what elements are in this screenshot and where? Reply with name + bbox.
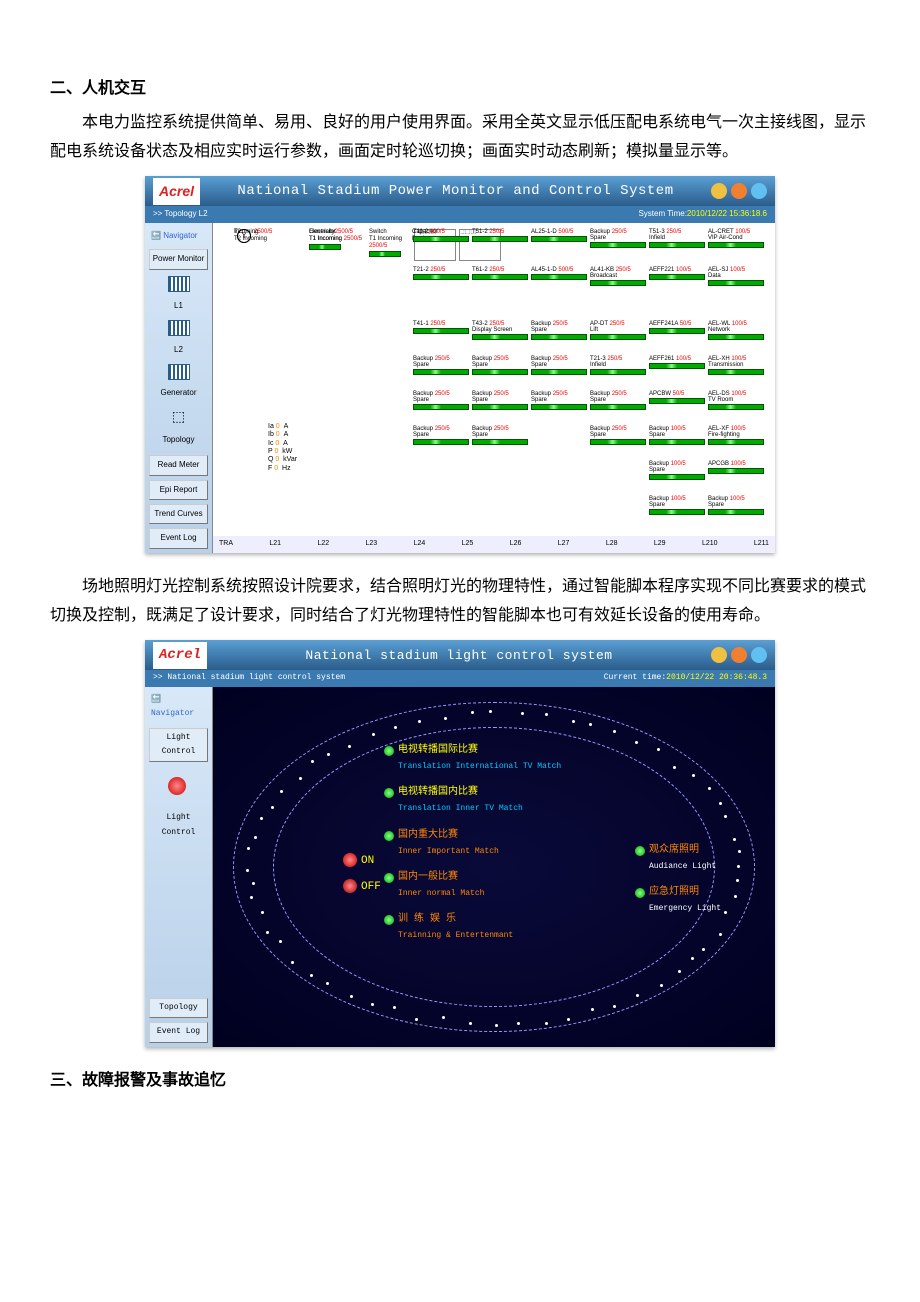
nav-generator: Generator	[149, 386, 208, 400]
para-1: 本电力监控系统提供简单、易用、良好的用户使用界面。采用全英文显示低压配电系统电气…	[50, 109, 870, 167]
nav-l2: L2	[149, 343, 208, 357]
mode-item[interactable]: 训 练 娱 乐Trainning & Entertenmant	[384, 911, 604, 943]
led-icon	[384, 915, 394, 925]
mode-item[interactable]: 电视转播国际比赛Translation International TV Mat…	[384, 742, 604, 774]
right-modes: 观众席照明Audiance Light 应急灯照明Emergency Light	[635, 842, 745, 927]
nav-gen-icon[interactable]	[168, 363, 190, 380]
mode-item[interactable]: 国内重大比赛Inner Important Match	[384, 827, 604, 859]
nav-topo-icon[interactable]: ⬚	[172, 407, 185, 427]
light-control-indicator[interactable]	[149, 772, 208, 801]
icon-b[interactable]	[731, 647, 747, 663]
title-bar: Acrel National Stadium Power Monitor and…	[145, 176, 775, 206]
red-led-icon	[168, 777, 186, 795]
nav-light-control[interactable]: Light Control	[149, 728, 208, 763]
mode-list: 电视转播国际比赛Translation International TV Mat…	[384, 742, 604, 954]
nav-header: 🔙 Navigator	[149, 227, 208, 245]
para-2: 场地照明灯光控制系统按照设计院要求，结合照明灯光的物理特性，通过智能脚本程序实现…	[50, 573, 870, 631]
stadium-view: ON OFF 电视转播国际比赛Translation International…	[213, 687, 775, 1047]
sidebar-2: 🔙 Navigator Light Control Light Control …	[145, 687, 213, 1047]
topology-diagram: Electricity2500/5T1 Incoming SwitchT1 In…	[213, 223, 775, 553]
icon-2[interactable]	[731, 183, 747, 199]
x-axis: TRAL21L22L23L24L25L26L27L28L29L210L211	[213, 536, 775, 553]
on-off-legend: ON OFF	[343, 852, 381, 898]
mode-item[interactable]: 国内一般比赛Inner normal Match	[384, 869, 604, 901]
led-icon	[384, 788, 394, 798]
nav-event-log[interactable]: Event Log	[149, 528, 208, 548]
title-bar-2: Acrel National stadium light control sys…	[145, 640, 775, 670]
nav-header-2: 🔙 Navigator	[149, 691, 208, 724]
mode-item[interactable]: 观众席照明Audiance Light	[635, 842, 745, 874]
icon-c[interactable]	[751, 647, 767, 663]
led-icon	[384, 746, 394, 756]
icon-3[interactable]	[751, 183, 767, 199]
app-title-2: National stadium light control system	[207, 644, 711, 667]
mode-item[interactable]: 电视转播国内比赛Translation Inner TV Match	[384, 784, 604, 816]
icon-1[interactable]	[711, 183, 727, 199]
sidebar: 🔙 Navigator Power Monitor L1 L2 Generato…	[145, 223, 213, 553]
mode-item[interactable]: 应急灯照明Emergency Light	[635, 884, 745, 916]
logo: Acrel	[153, 178, 200, 205]
nav-trend-curves[interactable]: Trend Curves	[149, 504, 208, 524]
logo-2: Acrel	[153, 642, 207, 669]
led-icon	[384, 873, 394, 883]
icon-a[interactable]	[711, 647, 727, 663]
heading-alarm: 三、故障报警及事故追忆	[50, 1067, 870, 1096]
top-icons	[711, 183, 767, 199]
readings-block: Ia 0 AIb 0 AIc 0 AP 0 kWQ 0 kVarF 0 Hz	[268, 423, 297, 473]
nav-power-monitor[interactable]: Power Monitor	[149, 249, 208, 269]
status-bar-2: >> National stadium light control system…	[145, 670, 775, 686]
nav-read-meter[interactable]: Read Meter	[149, 455, 208, 475]
breadcrumb: >> Topology L2	[153, 207, 208, 221]
screenshot-light-control: Acrel National stadium light control sys…	[145, 640, 775, 1046]
led-icon	[384, 831, 394, 841]
status-bar: >> Topology L2 System Time:2010/12/22 15…	[145, 206, 775, 222]
breadcrumb-2: >> National stadium light control system	[153, 671, 345, 685]
nav-l2-icon[interactable]	[168, 319, 190, 336]
led-icon	[635, 888, 645, 898]
app-title: National Stadium Power Monitor and Contr…	[200, 179, 711, 204]
off-led-icon	[343, 879, 357, 893]
nav-epi-report[interactable]: Epi Report	[149, 480, 208, 500]
nav-event-log-2[interactable]: Event Log	[149, 1022, 208, 1042]
on-led-icon	[343, 853, 357, 867]
heading-hci: 二、人机交互	[50, 75, 870, 104]
nav-topology: Topology	[149, 433, 208, 447]
top-icons-2	[711, 647, 767, 663]
light-control-label: Light Control	[149, 811, 208, 840]
screenshot-power-monitor: Acrel National Stadium Power Monitor and…	[145, 176, 775, 552]
nav-l1-icon[interactable]	[168, 276, 190, 293]
nav-l1: L1	[149, 299, 208, 313]
led-icon	[635, 846, 645, 856]
nav-topology-2[interactable]: Topology	[149, 998, 208, 1018]
